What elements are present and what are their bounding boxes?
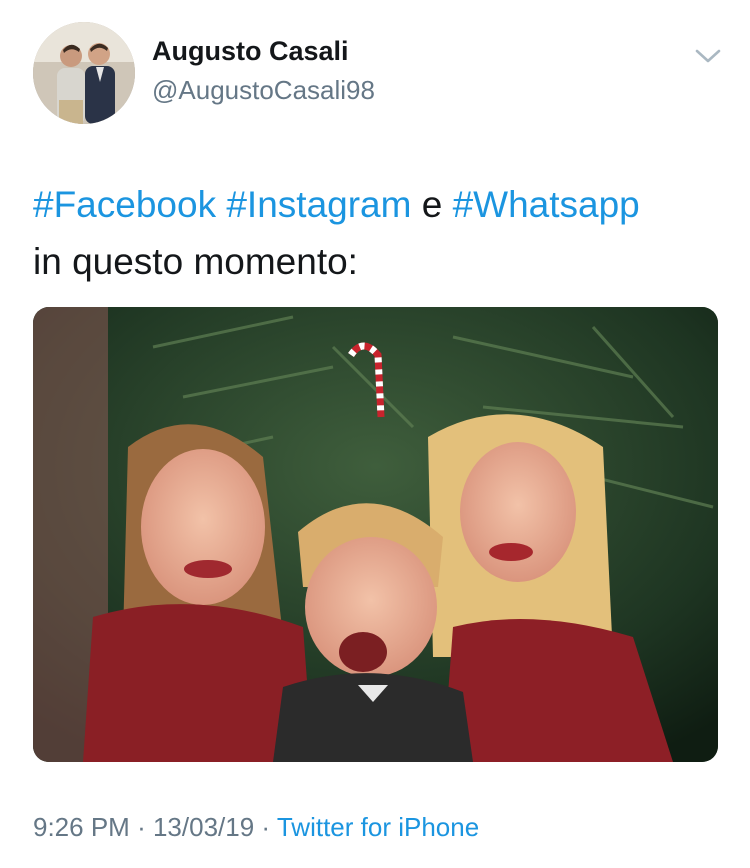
hashtag-instagram[interactable]: #Instagram bbox=[226, 184, 411, 225]
author-handle[interactable]: @AugustoCasali98 bbox=[152, 75, 375, 106]
tweet-media-photo[interactable] bbox=[33, 307, 718, 762]
author-display-name[interactable]: Augusto Casali bbox=[152, 36, 349, 67]
avatar[interactable] bbox=[33, 22, 135, 124]
tweet-time[interactable]: 9:26 PM bbox=[33, 812, 130, 842]
meta-separator: · bbox=[137, 812, 146, 842]
hashtag-whatsapp[interactable]: #Whatsapp bbox=[453, 184, 640, 225]
chevron-down-icon[interactable] bbox=[694, 46, 722, 66]
tweet-meta: 9:26 PM · 13/03/19 · Twitter for iPhone bbox=[33, 812, 479, 843]
avatar-photo bbox=[33, 22, 135, 124]
tweet-date[interactable]: 13/03/19 bbox=[153, 812, 254, 842]
tweet-source-link[interactable]: Twitter for iPhone bbox=[277, 812, 479, 842]
hashtag-facebook[interactable]: #Facebook bbox=[33, 184, 216, 225]
meta-separator: · bbox=[261, 812, 271, 842]
tweet-text-line-2: in questo momento: bbox=[33, 241, 358, 282]
tweet-text: #Facebook #Instagram e #Whatsapp in ques… bbox=[33, 176, 720, 290]
tweet-text-line-1: #Facebook #Instagram e #Whatsapp bbox=[33, 176, 720, 233]
tweet-connector: e bbox=[421, 184, 443, 225]
photo-illustration bbox=[33, 307, 718, 762]
